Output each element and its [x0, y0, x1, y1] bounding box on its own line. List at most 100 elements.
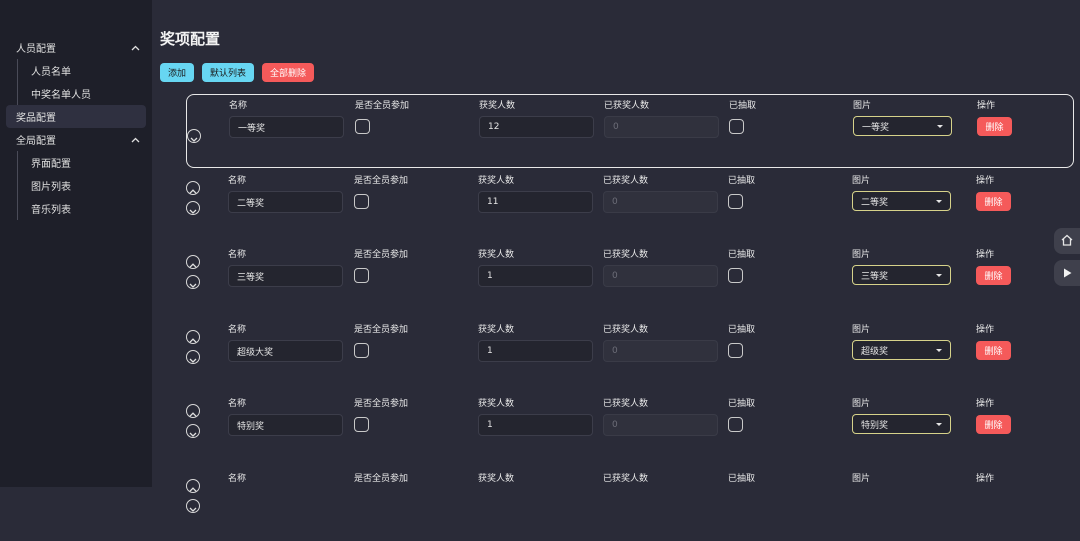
delete-prize-button[interactable]: 删除 — [976, 341, 1011, 360]
column-label-all-participate: 是否全员参加 — [354, 176, 409, 186]
delete-prize-button[interactable]: 删除 — [977, 117, 1012, 136]
column-label-name: 名称 — [228, 474, 247, 484]
sidebar-group-global[interactable]: 全局配置 — [0, 128, 152, 151]
chevron-down-circle-icon — [190, 127, 198, 146]
winners-count-input[interactable]: 12 — [479, 116, 594, 138]
prize-name-input[interactable]: 超级大奖 — [228, 340, 343, 362]
column-label-all-participate: 是否全员参加 — [355, 101, 410, 111]
column-label-drawn: 已抽取 — [728, 474, 756, 484]
row-reorder — [186, 330, 202, 370]
prize-row: 名称 是否全员参加 获奖人数 已获奖人数 已抽取 图片 操作 — [186, 467, 1074, 541]
prize-image-select[interactable]: 特别奖 — [852, 414, 951, 434]
winners-count-input[interactable]: 1 — [478, 265, 593, 287]
column-label-action: 操作 — [976, 399, 995, 409]
sidebar-item-music-list[interactable]: 音乐列表 — [0, 197, 152, 220]
prize-row: 名称 超级大奖 是否全员参加 获奖人数 1 已获奖人数 0 已抽取 图片 超级奖… — [186, 318, 1074, 392]
move-up-button[interactable] — [186, 181, 200, 195]
all-participate-checkbox[interactable] — [354, 268, 369, 283]
delete-prize-button[interactable]: 删除 — [976, 192, 1011, 211]
all-participate-checkbox[interactable] — [354, 194, 369, 209]
column-label-won: 已获奖人数 — [603, 474, 649, 484]
row-reorder — [186, 181, 202, 221]
prize-image-select[interactable]: 三等奖 — [852, 265, 951, 285]
page-title: 奖项配置 — [160, 30, 221, 48]
column-label-action: 操作 — [976, 176, 995, 186]
sidebar-group-label: 奖品配置 — [16, 113, 56, 124]
chevron-up-circle-icon — [189, 253, 197, 272]
column-label-winners: 获奖人数 — [479, 101, 516, 111]
column-label-drawn: 已抽取 — [728, 250, 756, 260]
move-down-button[interactable] — [186, 350, 200, 364]
move-up-button[interactable] — [186, 330, 200, 344]
sidebar-item-ui-config[interactable]: 界面配置 — [0, 151, 152, 174]
play-icon — [1061, 264, 1073, 283]
caret-down-icon — [936, 199, 942, 203]
add-button[interactable]: 添加 — [160, 63, 195, 82]
won-count-field: 0 — [603, 340, 718, 362]
won-count-field: 0 — [603, 191, 718, 213]
column-label-action: 操作 — [977, 101, 996, 111]
prize-name-input[interactable]: 一等奖 — [229, 116, 344, 138]
prize-name-input[interactable]: 二等奖 — [228, 191, 343, 213]
caret-down-icon — [937, 124, 943, 128]
column-label-image: 图片 — [852, 474, 871, 484]
chevron-down-circle-icon — [189, 348, 197, 367]
sidebar-item-image-list[interactable]: 图片列表 — [0, 174, 152, 197]
move-down-button[interactable] — [186, 499, 200, 513]
column-label-name: 名称 — [228, 325, 247, 335]
column-label-won: 已获奖人数 — [603, 176, 649, 186]
home-button[interactable] — [1054, 228, 1080, 254]
chevron-up-circle-icon — [189, 402, 197, 421]
winners-count-input[interactable]: 1 — [478, 414, 593, 436]
column-label-won: 已获奖人数 — [603, 399, 649, 409]
winners-count-input[interactable]: 1 — [478, 340, 593, 362]
column-label-winners: 获奖人数 — [478, 176, 515, 186]
row-reorder — [186, 404, 202, 444]
move-down-button[interactable] — [186, 275, 200, 289]
move-down-button[interactable] — [186, 201, 200, 215]
caret-down-icon — [936, 273, 942, 277]
column-label-winners: 获奖人数 — [478, 250, 515, 260]
drawn-checkbox[interactable] — [728, 268, 743, 283]
move-down-button[interactable] — [186, 424, 200, 438]
column-label-won: 已获奖人数 — [603, 250, 649, 260]
chevron-up-circle-icon — [189, 328, 197, 347]
drawn-checkbox[interactable] — [728, 343, 743, 358]
delete-all-button[interactable]: 全部删除 — [262, 63, 315, 82]
column-label-action: 操作 — [976, 474, 995, 484]
column-label-all-participate: 是否全员参加 — [354, 250, 409, 260]
row-reorder — [186, 255, 202, 295]
drawn-checkbox[interactable] — [729, 119, 744, 134]
all-participate-checkbox[interactable] — [354, 343, 369, 358]
all-participate-checkbox[interactable] — [354, 417, 369, 432]
delete-prize-button[interactable]: 删除 — [976, 266, 1011, 285]
prize-image-select[interactable]: 超级奖 — [852, 340, 951, 360]
winners-count-input[interactable]: 11 — [478, 191, 593, 213]
column-label-drawn: 已抽取 — [728, 399, 756, 409]
prize-image-select[interactable]: 一等奖 — [853, 116, 952, 136]
sidebar-group-people[interactable]: 人员配置 — [0, 36, 152, 59]
delete-prize-button[interactable]: 删除 — [976, 415, 1011, 434]
move-down-button[interactable] — [187, 129, 201, 143]
sidebar-item-winner-list[interactable]: 中奖名单人员 — [0, 82, 152, 105]
move-up-button[interactable] — [186, 255, 200, 269]
prize-name-input[interactable]: 三等奖 — [228, 265, 343, 287]
default-list-button[interactable]: 默认列表 — [202, 63, 255, 82]
sidebar-group-prizes[interactable]: 奖品配置 — [6, 105, 146, 128]
sidebar-item-people-list[interactable]: 人员名单 — [0, 59, 152, 82]
row-reorder — [186, 479, 202, 519]
column-label-action: 操作 — [976, 250, 995, 260]
prize-image-select[interactable]: 二等奖 — [852, 191, 951, 211]
all-participate-checkbox[interactable] — [355, 119, 370, 134]
sidebar-group-people-items: 人员名单 中奖名单人员 — [0, 59, 152, 105]
column-label-drawn: 已抽取 — [729, 101, 757, 111]
column-label-all-participate: 是否全员参加 — [354, 325, 409, 335]
sidebar-group-label: 全局配置 — [16, 136, 56, 147]
drawn-checkbox[interactable] — [728, 417, 743, 432]
move-up-button[interactable] — [186, 404, 200, 418]
move-up-button[interactable] — [186, 479, 200, 493]
drawn-checkbox[interactable] — [728, 194, 743, 209]
column-label-name: 名称 — [228, 399, 247, 409]
prize-name-input[interactable]: 特别奖 — [228, 414, 343, 436]
play-button[interactable] — [1054, 260, 1080, 286]
